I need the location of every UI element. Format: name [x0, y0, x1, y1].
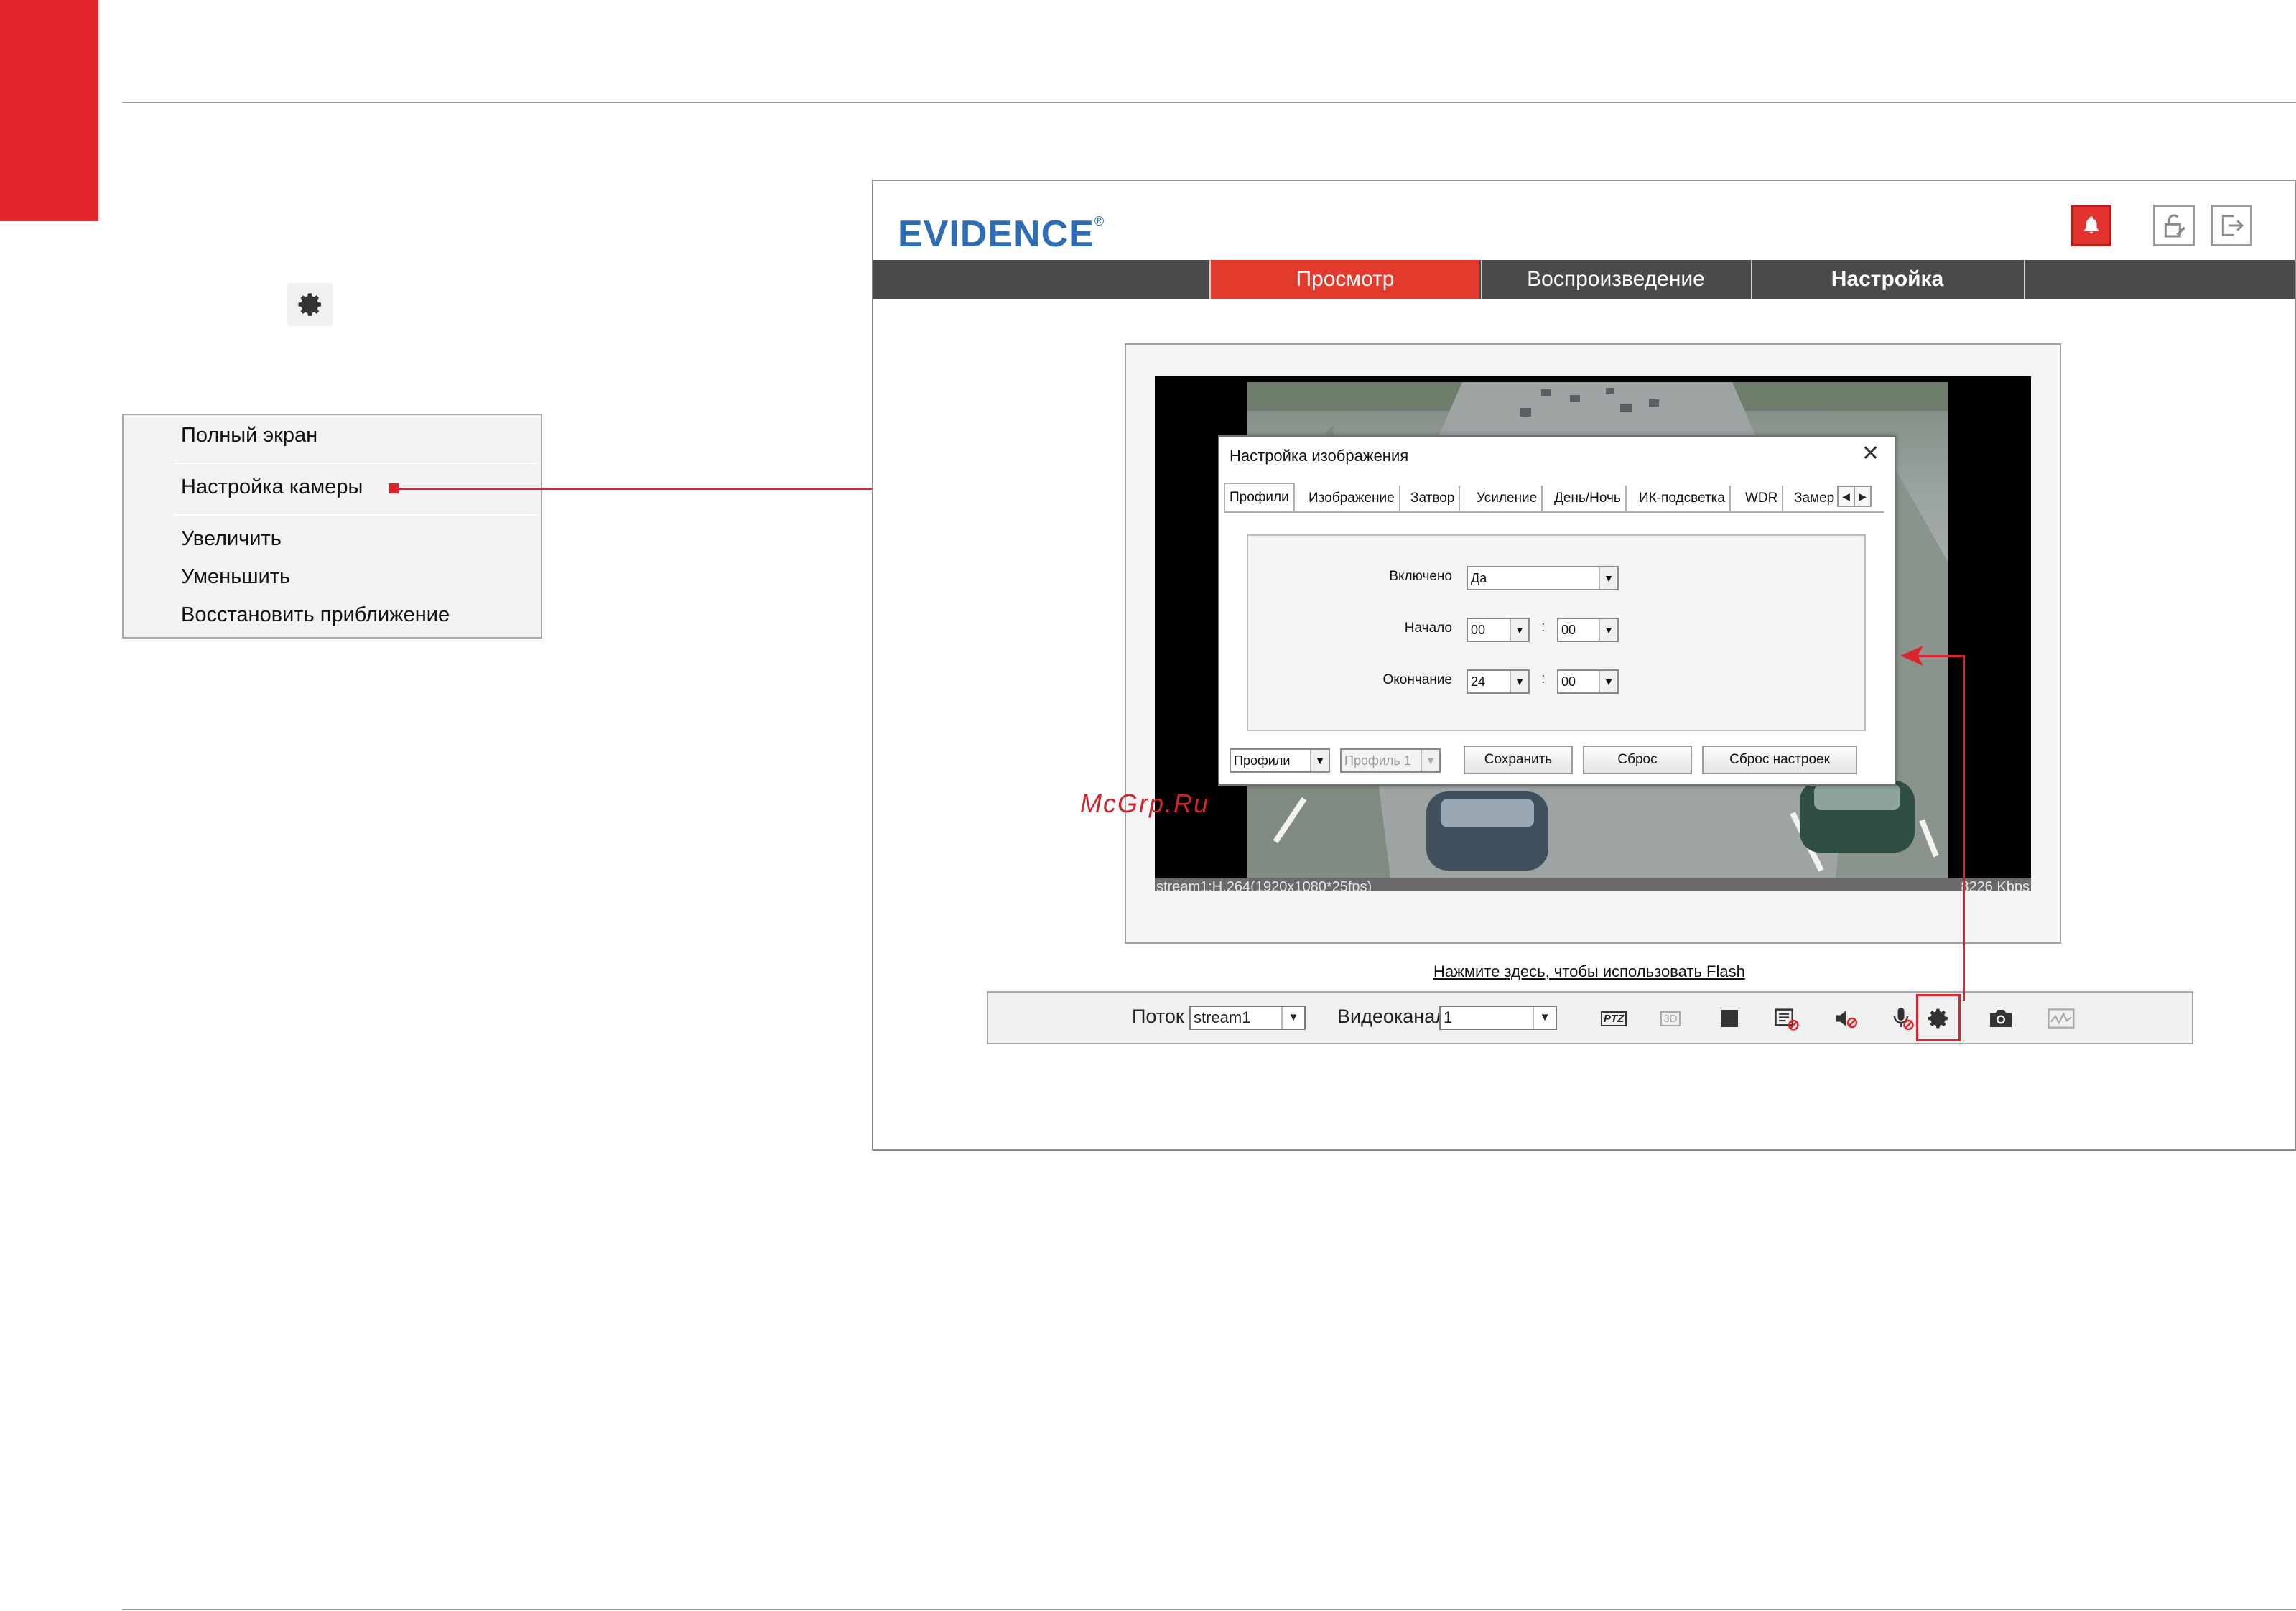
- stream-select[interactable]: stream1 ▼: [1189, 1006, 1306, 1030]
- chevron-down-icon: ▼: [1510, 619, 1528, 641]
- lock-edit-button[interactable]: [2153, 205, 2195, 246]
- menu-item-zoom-out[interactable]: Уменьшить: [181, 565, 290, 589]
- menu-item-zoom-in[interactable]: Увеличить: [181, 527, 282, 551]
- time-separator: :: [1541, 619, 1546, 635]
- save-button[interactable]: Сохранить: [1464, 746, 1573, 774]
- callout-line-vertical: [1963, 655, 1965, 1001]
- tab-scroll-buttons: ◀ ▶: [1837, 486, 1872, 507]
- record-disabled-icon: [1775, 1008, 1799, 1031]
- menu-separator: [174, 514, 538, 516]
- brand-logo: EVIDENCE®: [898, 213, 1105, 255]
- tab-gain[interactable]: Усиление: [1472, 486, 1543, 511]
- chevron-down-icon: ▼: [1599, 567, 1617, 589]
- stop-icon: [1721, 1010, 1738, 1027]
- main-navigation: Просмотр Воспроизведение Настройка: [873, 260, 2295, 299]
- menu-item-camera-settings[interactable]: Настройка камеры: [181, 475, 363, 499]
- profile-settings-panel: Включено Да ▼ Начало 00 ▼ : 00 ▼ Окончание …: [1247, 534, 1866, 731]
- car-right: [1800, 781, 1915, 853]
- tab-profiles[interactable]: Профили: [1224, 483, 1295, 511]
- ptz-icon: PTZ: [1600, 1011, 1627, 1026]
- chevron-down-icon: ▼: [1510, 671, 1528, 692]
- chevron-down-icon: ▼: [1281, 1007, 1304, 1029]
- callout-arrowhead: [1900, 646, 1923, 666]
- end-minute-select[interactable]: 00 ▼: [1557, 669, 1619, 694]
- chevron-down-icon: ▼: [1599, 619, 1617, 641]
- context-menu: Полный экран Настройка камеры Увеличить …: [122, 414, 542, 639]
- dialog-title: Настройка изображения: [1230, 447, 1409, 465]
- speaker-muted-icon: [1836, 1011, 1858, 1029]
- video-status-bar: stream1:H.264(1920x1080*25fps) 8226 Kbps: [1155, 878, 2031, 891]
- section-color-tab: [0, 0, 98, 221]
- menu-separator: [174, 463, 538, 464]
- 3d-icon: 3D: [1660, 1011, 1681, 1026]
- tab-shutter[interactable]: Затвор: [1406, 486, 1461, 511]
- tab-metering[interactable]: Замер: [1790, 486, 1839, 511]
- stop-button[interactable]: [1715, 1004, 1744, 1033]
- tab-view[interactable]: Просмотр: [1209, 260, 1479, 299]
- logout-icon: [2221, 215, 2244, 236]
- enabled-label: Включено: [1389, 569, 1452, 584]
- reset-button[interactable]: Сброс: [1583, 746, 1692, 774]
- snapshot-button[interactable]: [1986, 1004, 2015, 1033]
- bottom-divider: [122, 1609, 2296, 1610]
- tab-settings[interactable]: Настройка: [1751, 260, 2022, 299]
- channel-label: Видеоканал: [1337, 1006, 1446, 1027]
- image-settings-dialog: Настройка изображения ✕ Профили Изображе…: [1218, 435, 1896, 786]
- time-separator: :: [1541, 671, 1546, 687]
- profile-number-select: Профиль 1 ▼: [1340, 748, 1441, 773]
- camera-icon: [1990, 1010, 2012, 1027]
- chevron-down-icon: ▼: [1310, 750, 1329, 771]
- logout-button[interactable]: [2211, 205, 2252, 246]
- car-left: [1426, 791, 1548, 871]
- camera-settings-button[interactable]: [1924, 1004, 1953, 1033]
- start-hour-select[interactable]: 00 ▼: [1467, 618, 1530, 642]
- end-hour-select[interactable]: 24 ▼: [1467, 669, 1530, 694]
- chevron-down-icon: ▼: [1599, 671, 1617, 692]
- menu-item-reset-zoom[interactable]: Восстановить приближение: [181, 603, 450, 627]
- video-toolbar: Поток stream1 ▼ Видеоканал 1 ▼ PTZ 3D: [987, 991, 2193, 1044]
- start-minute-select[interactable]: 00 ▼: [1557, 618, 1619, 642]
- tab-playback[interactable]: Воспроизведение: [1481, 260, 1749, 299]
- start-label: Начало: [1404, 621, 1452, 636]
- enabled-select[interactable]: Да ▼: [1467, 566, 1619, 590]
- channel-select[interactable]: 1 ▼: [1439, 1006, 1557, 1030]
- microphone-muted-icon: [1893, 1008, 1914, 1031]
- callout-line-horizontal: [1916, 655, 1965, 657]
- 3d-zoom-button[interactable]: 3D: [1656, 1004, 1685, 1033]
- bell-icon: [2084, 216, 2099, 234]
- chevron-down-icon: ▼: [1421, 750, 1439, 771]
- record-off-button[interactable]: [1772, 1004, 1801, 1033]
- tab-image[interactable]: Изображение: [1304, 486, 1400, 511]
- camera-web-interface: EVIDENCE® Просмотр Воспроизведение Настр…: [872, 180, 2296, 1151]
- profiles-select[interactable]: Профили ▼: [1230, 748, 1330, 773]
- nav-divider: [2024, 260, 2025, 299]
- factory-reset-button[interactable]: Сброс настроек: [1702, 746, 1857, 774]
- graph-icon: [2048, 1008, 2075, 1029]
- ptz-button[interactable]: PTZ: [1597, 1004, 1630, 1033]
- unlock-icon: [2164, 214, 2185, 238]
- tab-baseline: [1224, 511, 1884, 513]
- gear-icon: [1928, 1008, 1948, 1029]
- watermark: McGrp.Ru: [1080, 789, 1210, 818]
- end-label: Окончание: [1382, 672, 1452, 687]
- scroll-right-icon[interactable]: ▶: [1855, 487, 1870, 506]
- top-divider: [122, 102, 2296, 103]
- tab-day-night[interactable]: День/Ночь: [1550, 486, 1627, 511]
- tab-ir-light[interactable]: ИК-подсветка: [1635, 486, 1731, 511]
- microphone-off-button[interactable]: [1889, 1004, 1918, 1033]
- stream-label: Поток: [1132, 1006, 1184, 1027]
- tab-wdr[interactable]: WDR: [1741, 486, 1784, 511]
- flash-link[interactable]: Нажмите здесь, чтобы использовать Flash: [1433, 962, 1745, 981]
- scroll-left-icon[interactable]: ◀: [1839, 487, 1855, 506]
- close-icon[interactable]: ✕: [1862, 441, 1879, 466]
- audio-mute-button[interactable]: [1831, 1004, 1860, 1033]
- gear-icon: [287, 283, 333, 326]
- menu-item-fullscreen[interactable]: Полный экран: [181, 424, 317, 447]
- chevron-down-icon: ▼: [1533, 1007, 1556, 1029]
- alarm-bell-button[interactable]: [2071, 205, 2111, 246]
- stream-info: stream1:H.264(1920x1080*25fps): [1156, 879, 1372, 891]
- bitrate: 8226 Kbps: [1961, 879, 2030, 891]
- bitrate-graph-button[interactable]: [2047, 1004, 2076, 1033]
- dialog-tabs: Профили Изображение Затвор Усиление День…: [1224, 483, 1884, 511]
